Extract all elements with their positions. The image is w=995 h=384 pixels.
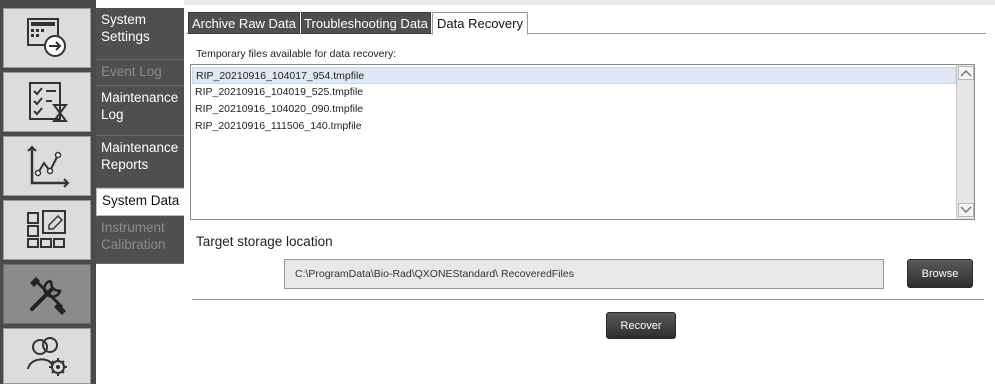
scroll-up-button[interactable] xyxy=(958,66,974,80)
target-storage-label: Target storage location xyxy=(196,234,333,249)
target-path-field[interactable]: C:\ProgramData\Bio-Rad\QXONEStandard\ Re… xyxy=(284,259,884,289)
recover-button[interactable]: Recover xyxy=(606,312,676,339)
file-row[interactable]: RIP_20210916_104019_525.tmpfile xyxy=(192,84,956,101)
submenu: System Settings Event Log Maintenance Lo… xyxy=(96,0,184,384)
chart-line-icon xyxy=(27,145,70,188)
rail-chart-button[interactable] xyxy=(3,136,91,196)
files-label: Temporary files available for data recov… xyxy=(196,48,397,60)
tab-troubleshooting-data[interactable]: Troubleshooting Data xyxy=(301,12,431,34)
rail-export-button[interactable] xyxy=(3,8,91,68)
submenu-maintenance-log[interactable]: Maintenance Log xyxy=(96,86,184,136)
users-settings-icon xyxy=(27,337,67,376)
tools-icon xyxy=(30,277,66,315)
file-row[interactable]: RIP_20210916_104017_954.tmpfile xyxy=(192,67,956,84)
browse-button[interactable]: Browse xyxy=(907,259,973,288)
tab-archive-raw-data[interactable]: Archive Raw Data xyxy=(188,12,300,34)
icon-rail xyxy=(0,0,96,384)
submenu-instrument-calibration: Instrument Calibration xyxy=(96,216,184,264)
chevron-up-icon xyxy=(960,69,972,77)
submenu-maintenance-reports[interactable]: Maintenance Reports xyxy=(96,136,184,188)
submenu-system-data[interactable]: System Data xyxy=(96,188,184,216)
tab-data-recovery[interactable]: Data Recovery xyxy=(432,12,528,35)
rail-users-button[interactable] xyxy=(3,328,91,384)
file-row[interactable]: RIP_20210916_111506_140.tmpfile xyxy=(192,118,956,135)
scrollbar[interactable] xyxy=(956,65,974,219)
rail-checklist-button[interactable] xyxy=(3,72,91,132)
rail-tools-button[interactable] xyxy=(3,264,91,324)
grid-edit-icon xyxy=(27,210,66,248)
tab-bar: Archive Raw Data Troubleshooting Data Da… xyxy=(186,12,986,35)
chevron-down-icon xyxy=(960,206,972,214)
export-icon xyxy=(27,18,66,57)
checklist-timer-icon xyxy=(29,82,68,122)
submenu-event-log: Event Log xyxy=(96,60,184,86)
recovery-file-list[interactable]: RIP_20210916_104017_954.tmpfile RIP_2021… xyxy=(190,64,975,220)
submenu-system-settings[interactable]: System Settings xyxy=(96,8,184,60)
scroll-down-button[interactable] xyxy=(958,203,974,217)
file-row[interactable]: RIP_20210916_104020_090.tmpfile xyxy=(192,101,956,118)
rail-grid-edit-button[interactable] xyxy=(3,200,91,260)
divider xyxy=(192,299,984,300)
